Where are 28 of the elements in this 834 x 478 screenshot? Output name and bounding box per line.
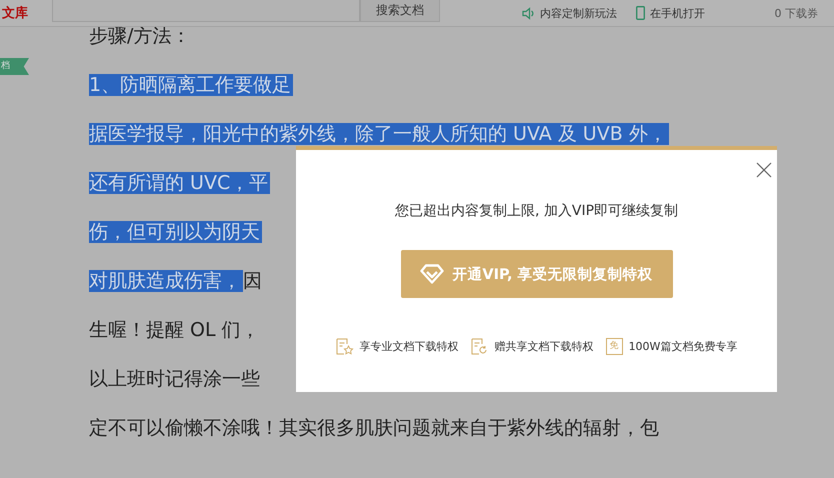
free-badge: 免 [606, 338, 623, 355]
document-text: 对肌肤造成伤害， [89, 270, 243, 292]
speaker-icon [522, 6, 535, 20]
search-button[interactable]: 搜索文档 [360, 0, 440, 22]
document-text: 定不可以偷懒不涂哦！其实很多肌肤问题就来自于紫外线的辐射，包 [89, 416, 660, 438]
document-text: 还有所谓的 UVC，平 [89, 172, 270, 194]
document-star-icon [336, 338, 354, 355]
vip-button[interactable]: 开通VIP, 享受无限制复制特权 [400, 250, 672, 298]
document-text: 因 [243, 270, 263, 292]
feature-label: 享专业文档下载特权 [360, 339, 459, 354]
document-text: 1、防晒隔离工作要做足 [89, 74, 294, 96]
header-link[interactable]: 在手机打开 [650, 6, 705, 20]
document-text: 以上班时记得涂一些 [89, 368, 261, 390]
dialog-message: 您已超出内容复制上限, 加入VIP即可继续复制 [394, 202, 678, 220]
feature-label: 赠共享文档下载特权 [494, 339, 594, 354]
document-refresh-icon [470, 338, 489, 355]
close-icon[interactable] [756, 162, 772, 178]
logo[interactable]: 文库 [0, 4, 52, 22]
coupon-count[interactable]: 0 下载券 [774, 6, 818, 20]
document-text: 据医学报导，阳光中的紫外线，除了一般人所知的 UVA 及 UVB 外， [89, 122, 669, 144]
diamond-icon [420, 264, 444, 284]
feature-label: 100W篇文档免费专享 [628, 339, 738, 354]
document-text: 步骤/方法： [89, 24, 192, 46]
phone-icon [636, 6, 645, 20]
document-text: 生喔！提醒 OL 们， [89, 318, 261, 340]
side-tag[interactable]: 档 [0, 58, 29, 75]
document-text: 伤，但可别以为阴天 [89, 220, 262, 242]
header-link[interactable]: 内容定制新玩法 [540, 6, 617, 20]
